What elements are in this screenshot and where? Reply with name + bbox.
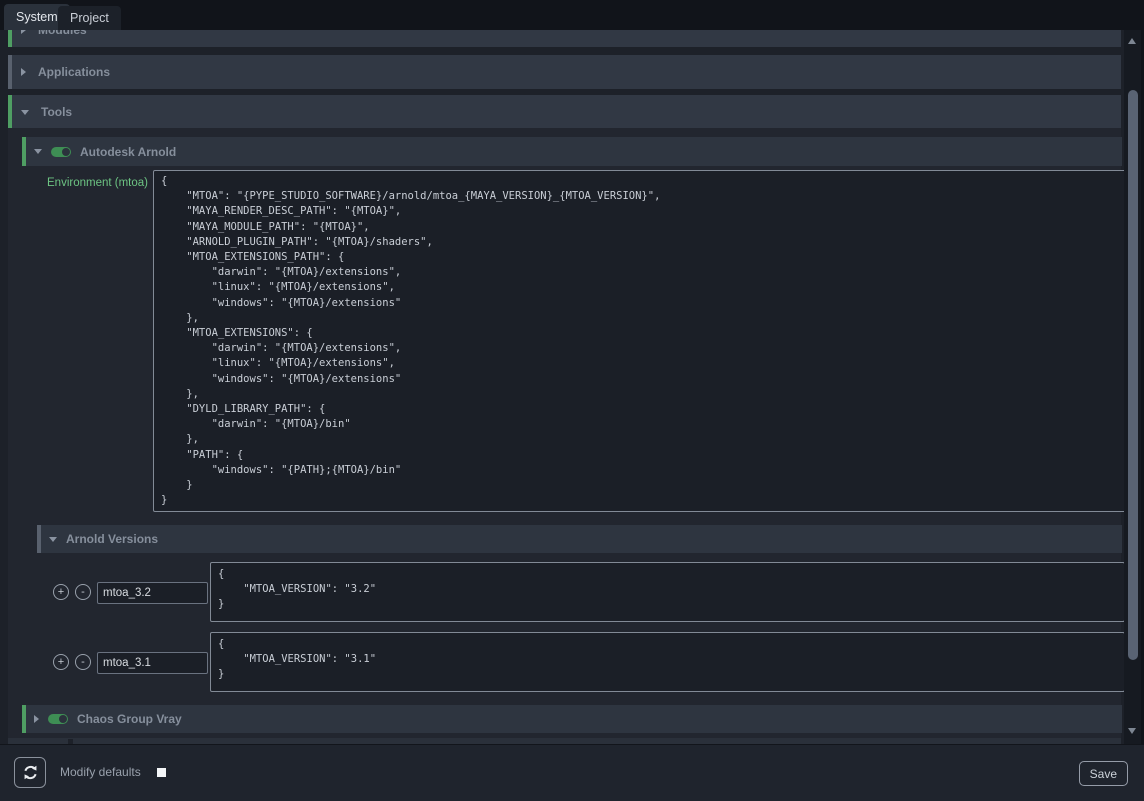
save-button[interactable]: Save: [1079, 761, 1128, 786]
chevron-down-icon: [34, 149, 42, 154]
tab-bar: System Project: [0, 0, 1144, 30]
remove-version-button[interactable]: -: [75, 654, 91, 670]
chevron-down-icon: [49, 537, 57, 542]
environment-mtoa-label: Environment (mtoa): [28, 177, 148, 189]
refresh-icon: [22, 764, 39, 781]
scroll-down-arrow-icon[interactable]: [1128, 728, 1136, 734]
arnold-enabled-toggle[interactable]: [51, 147, 71, 157]
version-json-editor[interactable]: { "MTOA_VERSION": "3.2" }: [210, 562, 1124, 622]
remove-version-button[interactable]: -: [75, 584, 91, 600]
section-title: Tools: [41, 105, 72, 119]
section-title: Chaos Group Vray: [77, 712, 182, 726]
version-name-input[interactable]: [97, 652, 208, 674]
section-header-applications[interactable]: Applications: [8, 55, 1121, 89]
vertical-scrollbar[interactable]: [1124, 30, 1141, 744]
chevron-right-icon: [21, 68, 26, 76]
scroll-up-arrow-icon[interactable]: [1128, 38, 1136, 44]
version-json-editor[interactable]: { "MTOA_VERSION": "3.1" }: [210, 632, 1124, 692]
chevron-right-icon: [34, 715, 39, 723]
scrollbar-thumb[interactable]: [1128, 90, 1138, 660]
section-title: Applications: [38, 65, 110, 79]
section-title: Arnold Versions: [66, 532, 158, 546]
section-header-chaos-group-vray[interactable]: Chaos Group Vray: [22, 705, 1122, 733]
add-version-button[interactable]: +: [53, 584, 69, 600]
modify-defaults-checkbox[interactable]: [157, 768, 166, 777]
refresh-button[interactable]: [14, 757, 46, 788]
modify-defaults-label: Modify defaults: [60, 765, 141, 779]
section-title: Autodesk Arnold: [80, 145, 176, 159]
chevron-down-icon: [21, 110, 29, 115]
environment-json-editor[interactable]: { "MTOA": "{PYPE_STUDIO_SOFTWARE}/arnold…: [153, 170, 1124, 512]
settings-scroll-area: Modules Applications Tools Autodesk Arno…: [0, 30, 1124, 744]
tab-project[interactable]: Project: [58, 6, 121, 30]
chevron-right-icon: [21, 30, 26, 34]
version-name-input[interactable]: [97, 582, 208, 604]
section-title: Modules: [38, 30, 87, 37]
section-header-tools[interactable]: Tools: [8, 95, 1121, 129]
settings-window: System Project Modules Applications Tool…: [0, 0, 1144, 801]
add-version-button[interactable]: +: [53, 654, 69, 670]
section-header-autodesk-arnold[interactable]: Autodesk Arnold: [22, 137, 1122, 166]
footer-bar: Modify defaults Save: [0, 744, 1144, 801]
section-header-modules[interactable]: Modules: [8, 30, 1121, 47]
section-header-arnold-versions[interactable]: Arnold Versions: [37, 525, 1122, 553]
vray-enabled-toggle[interactable]: [48, 714, 68, 724]
